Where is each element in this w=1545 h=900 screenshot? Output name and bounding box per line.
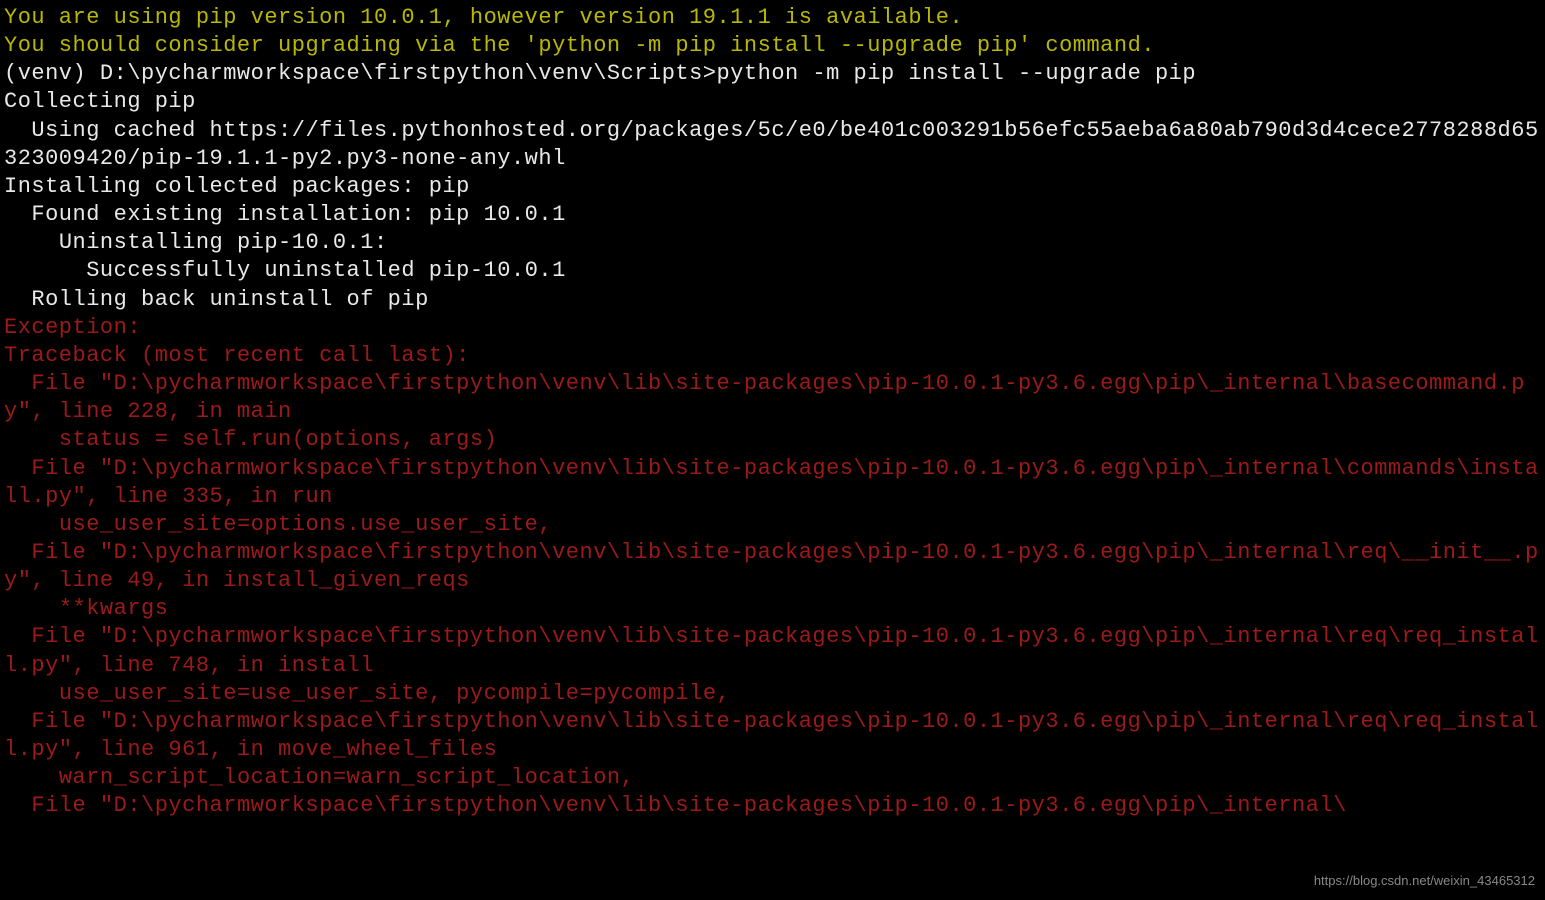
output-line: Successfully uninstalled pip-10.0.1: [4, 257, 1541, 285]
output-line: Installing collected packages: pip: [4, 173, 1541, 201]
pip-warning-line-2: You should consider upgrading via the 'p…: [4, 32, 1541, 60]
traceback-line: Traceback (most recent call last):: [4, 342, 1541, 370]
output-line: Collecting pip: [4, 88, 1541, 116]
traceback-code-line: use_user_site=options.use_user_site,: [4, 511, 1541, 539]
traceback-file-line: File "D:\pycharmworkspace\firstpython\ve…: [4, 539, 1541, 595]
traceback-code-line: status = self.run(options, args): [4, 426, 1541, 454]
traceback-code-line: warn_script_location=warn_script_locatio…: [4, 764, 1541, 792]
pip-warning-line-1: You are using pip version 10.0.1, howeve…: [4, 4, 1541, 32]
traceback-file-line: File "D:\pycharmworkspace\firstpython\ve…: [4, 623, 1541, 679]
terminal-output[interactable]: You are using pip version 10.0.1, howeve…: [4, 4, 1541, 821]
traceback-code-line: use_user_site=use_user_site, pycompile=p…: [4, 680, 1541, 708]
output-line: Using cached https://files.pythonhosted.…: [4, 117, 1541, 173]
traceback-file-line: File "D:\pycharmworkspace\firstpython\ve…: [4, 370, 1541, 426]
watermark-text: https://blog.csdn.net/weixin_43465312: [1314, 873, 1535, 890]
command-prompt-line: (venv) D:\pycharmworkspace\firstpython\v…: [4, 60, 1541, 88]
output-line: Uninstalling pip-10.0.1:: [4, 229, 1541, 257]
output-line: Found existing installation: pip 10.0.1: [4, 201, 1541, 229]
traceback-file-line: File "D:\pycharmworkspace\firstpython\ve…: [4, 792, 1541, 820]
traceback-file-line: File "D:\pycharmworkspace\firstpython\ve…: [4, 455, 1541, 511]
output-line: Rolling back uninstall of pip: [4, 286, 1541, 314]
traceback-code-line: **kwargs: [4, 595, 1541, 623]
traceback-file-line: File "D:\pycharmworkspace\firstpython\ve…: [4, 708, 1541, 764]
exception-line: Exception:: [4, 314, 1541, 342]
